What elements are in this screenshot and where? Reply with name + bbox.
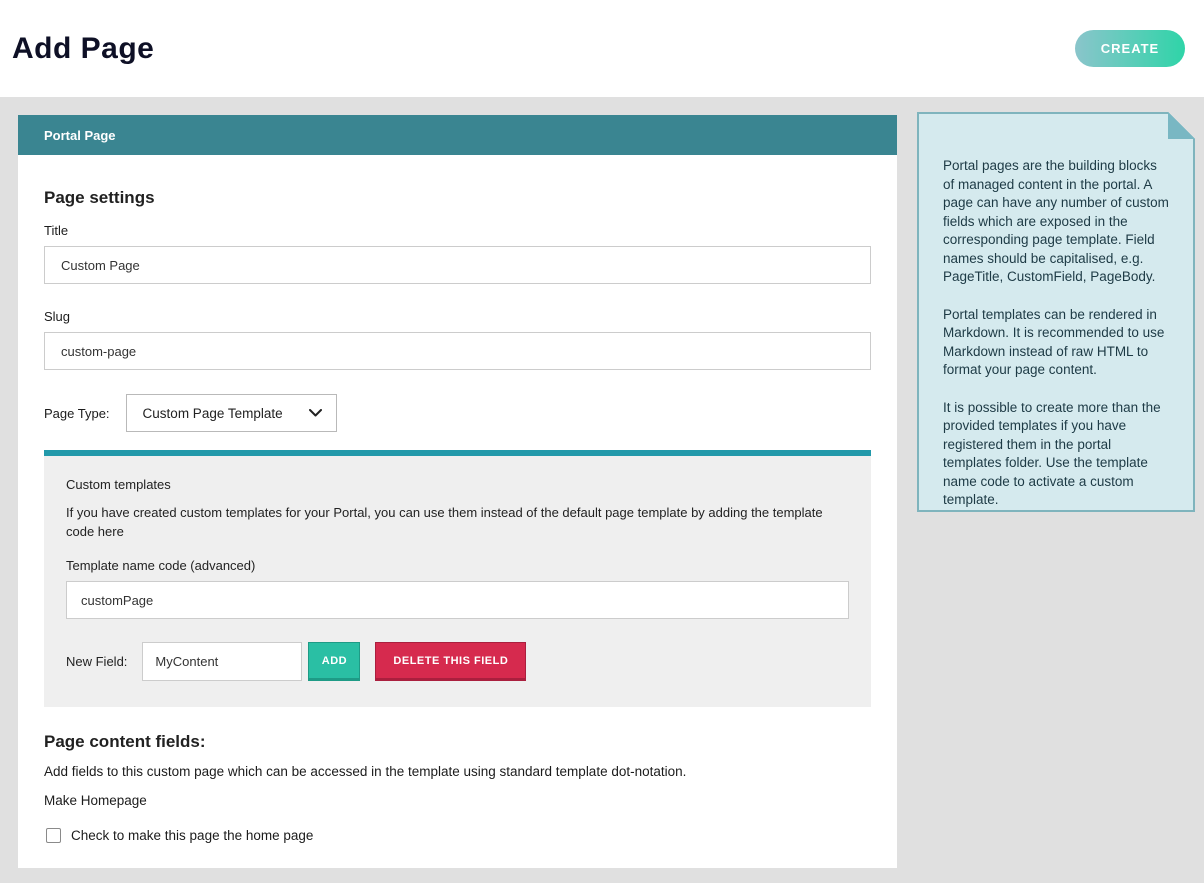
make-homepage-label: Make Homepage (44, 793, 871, 808)
page: Add Page CREATE Portal Page Page setting… (0, 0, 1204, 883)
info-paragraph: Portal pages are the building blocks of … (943, 157, 1171, 287)
chevron-down-icon (309, 409, 322, 417)
content-fields-description: Add fields to this custom page which can… (44, 764, 871, 779)
page-type-select[interactable]: Custom Page Template (126, 394, 337, 432)
new-field-label: New Field: (66, 654, 127, 669)
homepage-checkbox-label: Check to make this page the home page (71, 828, 313, 843)
title-input[interactable] (44, 246, 871, 284)
content-fields-heading: Page content fields: (44, 732, 871, 752)
page-type-row: Page Type: Custom Page Template (44, 394, 871, 432)
create-button[interactable]: CREATE (1075, 30, 1185, 67)
custom-templates-heading: Custom templates (66, 477, 849, 492)
top-header: Add Page CREATE (0, 0, 1204, 97)
page-title: Add Page (12, 32, 154, 66)
template-code-input[interactable] (66, 581, 849, 619)
homepage-checkbox-row: Check to make this page the home page (44, 828, 871, 843)
info-paragraph: It is possible to create more than the p… (943, 399, 1171, 510)
info-paragraph: Portal templates can be rendered in Mark… (943, 306, 1171, 380)
homepage-checkbox[interactable] (46, 828, 61, 843)
new-field-row: New Field: ADD DELETE THIS FIELD (66, 642, 849, 681)
card-header-title: Portal Page (44, 128, 116, 143)
page-content-fields-section: Page content fields: Add fields to this … (44, 732, 871, 843)
custom-templates-description: If you have created custom templates for… (66, 503, 849, 541)
card-header: Portal Page (18, 115, 897, 155)
folded-corner-icon (1168, 112, 1195, 139)
page-settings-heading: Page settings (44, 188, 871, 208)
new-field-input[interactable] (142, 642, 302, 681)
page-type-selected-value: Custom Page Template (143, 406, 283, 421)
info-note: Portal pages are the building blocks of … (917, 112, 1195, 512)
slug-label: Slug (44, 309, 871, 324)
page-type-label: Page Type: (44, 406, 110, 421)
portal-page-card: Portal Page Page settings Title Slug Pag… (18, 115, 897, 868)
template-code-label: Template name code (advanced) (66, 558, 849, 573)
slug-input[interactable] (44, 332, 871, 370)
add-field-button[interactable]: ADD (308, 642, 360, 681)
title-label: Title (44, 223, 871, 238)
delete-field-button[interactable]: DELETE THIS FIELD (375, 642, 526, 681)
card-body: Page settings Title Slug Page Type: Cust… (18, 155, 897, 843)
custom-templates-section: Custom templates If you have created cus… (44, 450, 871, 707)
